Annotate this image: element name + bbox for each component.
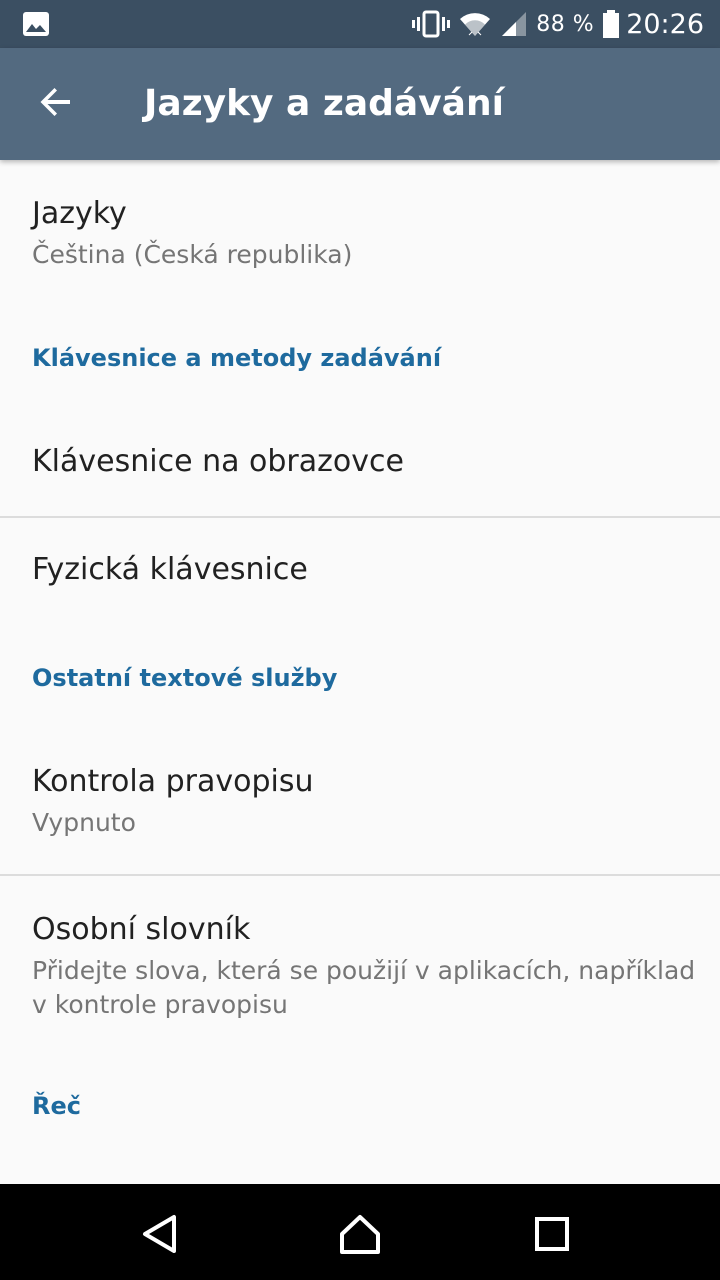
nav-back-button[interactable] — [128, 1204, 192, 1268]
spell-check-item[interactable]: Kontrola pravopisu Vypnuto — [0, 730, 720, 874]
signal-icon — [500, 10, 528, 38]
app-bar: Jazyky a zadávání — [0, 48, 720, 160]
personal-dictionary-title: Osobní slovník — [32, 912, 251, 947]
battery-percent: 88 % — [536, 11, 595, 37]
spell-check-title: Kontrola pravopisu — [32, 764, 314, 799]
clock: 20:26 — [626, 8, 704, 40]
languages-item[interactable]: Jazyky Čeština (Česká republika) — [0, 160, 720, 308]
nav-recents-button[interactable] — [520, 1204, 584, 1268]
page-title: Jazyky a zadávání — [144, 83, 504, 124]
category-text-services: Ostatní textové služby — [32, 664, 338, 692]
nav-home-button[interactable] — [328, 1204, 392, 1268]
image-notification-icon — [22, 11, 50, 37]
navigation-bar — [0, 1184, 720, 1280]
battery-icon — [602, 10, 620, 38]
arrow-back-icon — [38, 84, 74, 124]
languages-title: Jazyky — [32, 196, 127, 231]
category-keyboards: Klávesnice a metody zadávání — [32, 344, 442, 372]
onscreen-keyboard-item[interactable]: Klávesnice na obrazovce — [0, 410, 720, 516]
settings-list: Jazyky Čeština (Česká republika) Klávesn… — [0, 160, 720, 1184]
physical-keyboard-title: Fyzická klávesnice — [32, 552, 308, 587]
spell-check-summary: Vypnuto — [32, 808, 136, 837]
nav-back-icon — [140, 1214, 180, 1258]
category-speech: Řeč — [32, 1092, 81, 1120]
vibrate-icon — [412, 10, 451, 38]
wifi-icon — [458, 10, 492, 38]
back-button[interactable] — [24, 76, 88, 132]
languages-summary: Čeština (Česká republika) — [32, 240, 353, 269]
personal-dictionary-item[interactable]: Osobní slovník Přidejte slova, která se … — [0, 876, 720, 1046]
personal-dictionary-summary: Přidejte slova, která se použijí v aplik… — [32, 956, 696, 1019]
onscreen-keyboard-title: Klávesnice na obrazovce — [32, 444, 404, 479]
status-icons: 88 % 20:26 — [404, 0, 704, 48]
status-bar: 88 % 20:26 — [0, 0, 720, 48]
nav-home-icon — [338, 1213, 382, 1259]
physical-keyboard-item[interactable]: Fyzická klávesnice — [0, 518, 720, 624]
nav-recents-icon — [534, 1216, 570, 1256]
